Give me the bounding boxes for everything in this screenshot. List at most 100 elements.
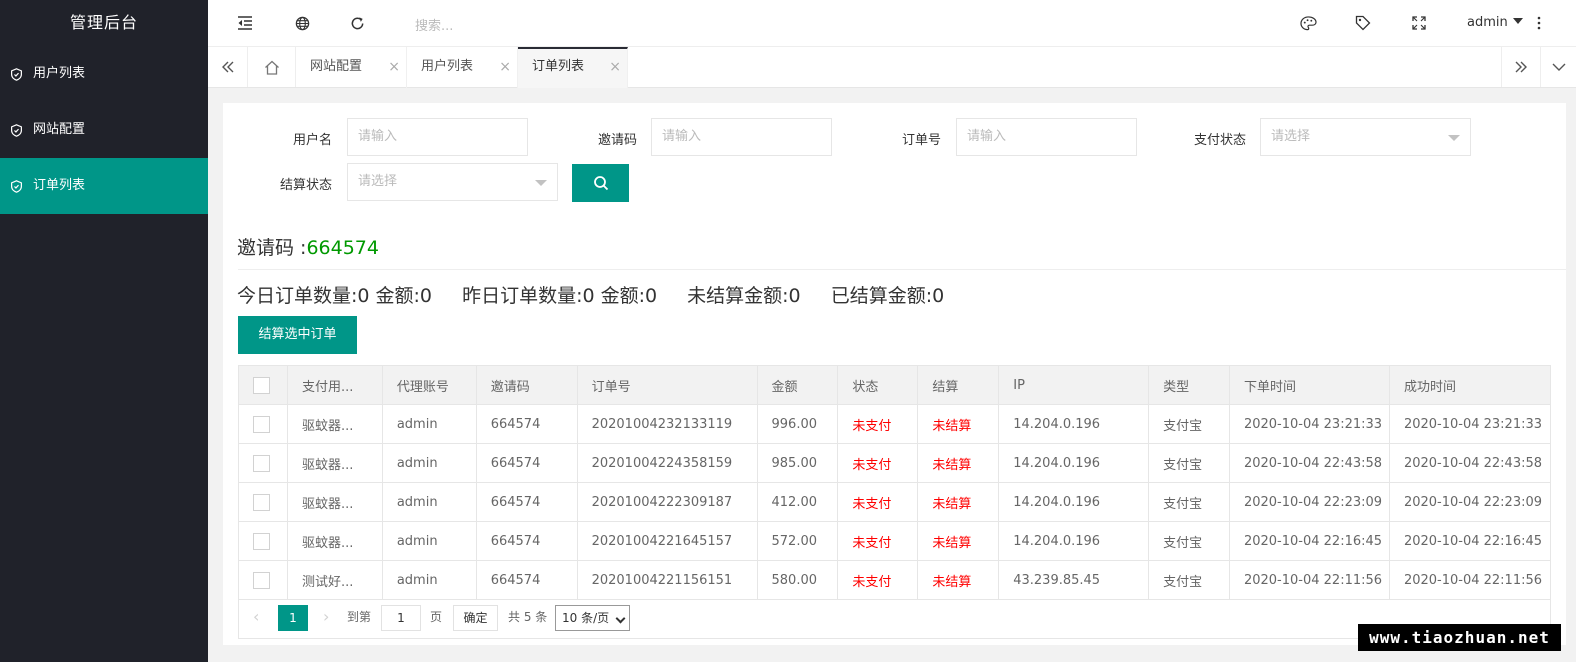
column-header[interactable]: 邀请码: [475, 365, 578, 405]
refresh-icon[interactable]: [348, 14, 366, 32]
stat-today: 今日订单数量:0 金额:0: [237, 285, 433, 307]
chevron-down-icon: [1512, 18, 1523, 24]
column-header[interactable]: 金额: [756, 365, 839, 405]
sidebar: 管理后台 用户列表 网站配置 订单列表: [0, 0, 208, 662]
tab-site-config[interactable]: 网站配置 ×: [296, 47, 407, 88]
search-input[interactable]: 搜索...: [415, 15, 453, 34]
table-cell: 支付宝: [1148, 521, 1230, 561]
page-current[interactable]: 1: [278, 605, 308, 631]
order-no-label: 订单号: [901, 133, 941, 148]
table-row: 测试好... admin 664574 20201004221156151 580.00…: [238, 560, 1552, 600]
shield-icon: [11, 123, 22, 137]
stat-settled: 已结算金额:0: [830, 285, 945, 307]
sidebar-item-site-config[interactable]: 网站配置: [0, 102, 208, 158]
sidebar-item-orders[interactable]: 订单列表: [0, 158, 208, 214]
username-label: 用户名: [292, 133, 332, 148]
column-header[interactable]: IP: [998, 365, 1150, 405]
menu-fold-icon[interactable]: [236, 14, 254, 32]
prev-page-icon[interactable]: ‹: [253, 605, 259, 629]
tabs-scroll-left-icon[interactable]: [208, 47, 248, 87]
table-cell: 2020-10-04 22:43:58: [1388, 443, 1552, 483]
tab-orders[interactable]: 订单列表 ×: [518, 47, 628, 88]
table-cell: admin: [381, 404, 477, 444]
goto-label: 到第: [347, 610, 372, 624]
table-cell: 支付宝: [1148, 482, 1230, 522]
globe-icon[interactable]: [293, 14, 311, 32]
close-icon[interactable]: ×: [609, 49, 621, 85]
goto-confirm-button[interactable]: 确定: [453, 605, 498, 631]
row-checkbox[interactable]: [253, 532, 270, 550]
tab-label: 网站配置: [310, 59, 363, 74]
sidebar-item-users[interactable]: 用户列表: [0, 46, 208, 102]
table-cell: 664574: [475, 443, 578, 483]
table-row: 驱蚊器... admin 664574 20201004221645157 572.00…: [238, 521, 1552, 561]
table-cell: admin: [381, 482, 477, 522]
column-header[interactable]: 成功时间: [1388, 365, 1552, 405]
order-no-input[interactable]: 请输入: [956, 118, 1137, 156]
top-header: 搜索... admin: [208, 0, 1576, 47]
tag-icon[interactable]: [1354, 14, 1372, 32]
row-select-cell: [238, 404, 288, 444]
column-header[interactable]: 类型: [1148, 365, 1230, 405]
table-cell: 14.204.0.196: [998, 404, 1150, 444]
sidebar-item-label: 网站配置: [33, 122, 86, 137]
table-cell: 14.204.0.196: [998, 521, 1150, 561]
table-cell: 2020-10-04 22:11:56: [1388, 560, 1552, 600]
column-header[interactable]: 支付用...: [286, 365, 383, 405]
close-icon[interactable]: ×: [388, 47, 400, 87]
row-checkbox[interactable]: [253, 493, 270, 511]
goto-page-input[interactable]: 1: [381, 605, 421, 631]
row-select-cell: [238, 482, 288, 522]
table-cell: 2020-10-04 22:43:58: [1228, 443, 1390, 483]
total-count: 共 5 条: [508, 610, 548, 624]
settle-selected-button[interactable]: 结算选中订单: [238, 316, 357, 354]
row-checkbox[interactable]: [253, 415, 270, 433]
table-cell: 20201004221156151: [576, 560, 758, 600]
table-cell: 未结算: [917, 560, 1000, 600]
sidebar-item-label: 订单列表: [33, 178, 86, 193]
tabs-scroll-right-icon[interactable]: [1501, 47, 1541, 87]
user-menu[interactable]: admin: [1467, 15, 1523, 30]
pay-status-select[interactable]: 请选择: [1260, 118, 1471, 156]
column-header[interactable]: 结算: [917, 365, 1000, 405]
row-checkbox[interactable]: [253, 571, 270, 589]
table-cell: 未结算: [917, 521, 1000, 561]
table-cell: 412.00: [756, 482, 839, 522]
tabs-dropdown-icon[interactable]: [1541, 47, 1576, 87]
table-cell: admin: [381, 521, 477, 561]
table-cell: 985.00: [756, 443, 839, 483]
table-cell: 未结算: [917, 482, 1000, 522]
chevron-down-icon: [1448, 135, 1460, 141]
close-icon[interactable]: ×: [499, 47, 511, 87]
row-select-cell: [238, 521, 288, 561]
table-cell: 未支付: [837, 404, 919, 444]
sidebar-item-label: 用户列表: [33, 66, 86, 81]
column-header[interactable]: 订单号: [576, 365, 758, 405]
theme-palette-icon[interactable]: [1299, 14, 1317, 32]
next-page-icon[interactable]: ›: [323, 605, 329, 629]
tab-users[interactable]: 用户列表 ×: [407, 47, 518, 88]
table-cell: 2020-10-04 23:21:33: [1228, 404, 1390, 444]
invite-code-label: 邀请码: [597, 133, 637, 148]
column-header[interactable]: 状态: [837, 365, 919, 405]
column-header[interactable]: 代理账号: [381, 365, 477, 405]
select-all-cell: [238, 365, 288, 405]
search-icon: [593, 176, 608, 191]
home-icon[interactable]: [249, 47, 296, 87]
select-all-checkbox[interactable]: [253, 376, 270, 394]
invite-code-input[interactable]: 请输入: [651, 118, 832, 156]
shield-icon: [11, 179, 22, 193]
table-cell: 未支付: [837, 482, 919, 522]
settle-status-select[interactable]: 请选择: [347, 163, 558, 201]
row-checkbox[interactable]: [253, 454, 270, 472]
stat-yesterday: 昨日订单数量:0 金额:0: [462, 285, 658, 307]
column-header[interactable]: 下单时间: [1228, 365, 1390, 405]
page-size-select[interactable]: 10 条/页: [555, 605, 630, 631]
more-vertical-icon[interactable]: [1530, 14, 1548, 32]
table-cell: 驱蚊器...: [286, 521, 383, 561]
search-button[interactable]: [572, 164, 629, 202]
table-cell: 664574: [475, 521, 578, 561]
username-input[interactable]: 请输入: [347, 118, 528, 156]
table-cell: 2020-10-04 22:11:56: [1228, 560, 1390, 600]
fullscreen-icon[interactable]: [1410, 14, 1428, 32]
